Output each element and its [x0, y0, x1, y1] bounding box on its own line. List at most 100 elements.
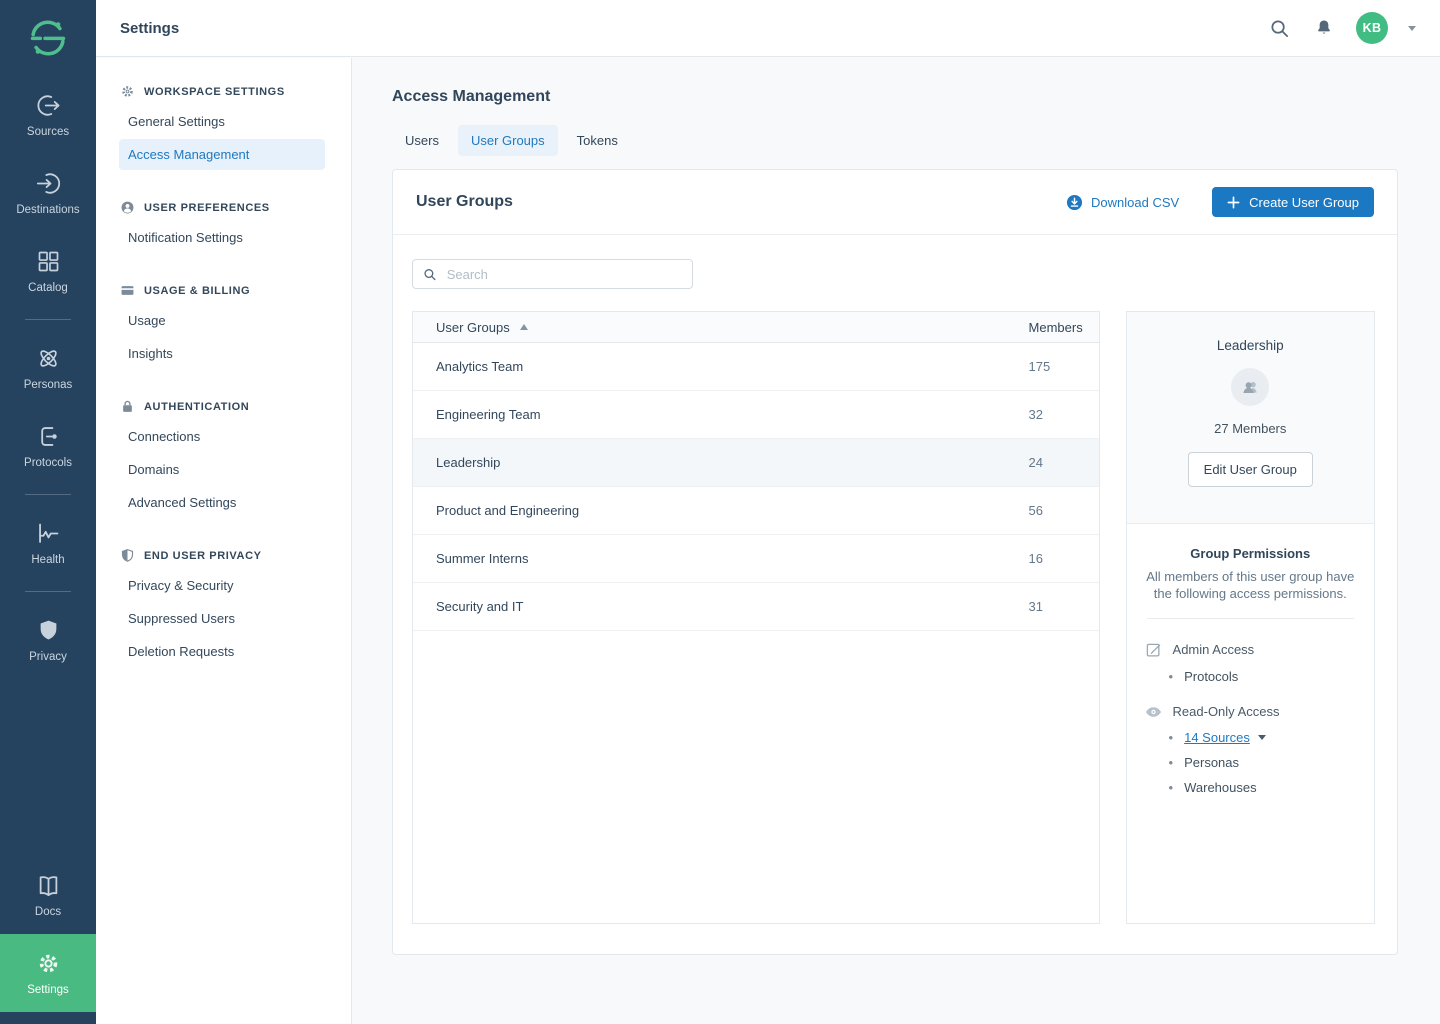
download-icon: [1066, 194, 1083, 211]
sort-ascending-icon: [520, 324, 528, 330]
sidebar-item-sources[interactable]: Sources: [0, 76, 96, 154]
search-input[interactable]: [445, 266, 682, 283]
privacy-shield-icon: [35, 617, 62, 644]
permission-item: •Personas: [1169, 755, 1356, 770]
table-row-selected[interactable]: Leadership 24: [413, 439, 1099, 487]
search-button[interactable]: [1267, 16, 1292, 41]
table-row[interactable]: Security and IT 31: [413, 583, 1099, 631]
create-user-group-button[interactable]: Create User Group: [1212, 187, 1374, 217]
gear-icon: [35, 950, 62, 977]
nav-section-authentication: AUTHENTICATION Connections Domains Advan…: [119, 399, 325, 518]
nav-item-advanced-settings[interactable]: Advanced Settings: [119, 487, 325, 518]
group-name: Security and IT: [436, 599, 1029, 614]
bullet: •: [1169, 755, 1174, 770]
bullet: •: [1169, 780, 1174, 795]
notifications-button[interactable]: [1312, 16, 1336, 40]
nav-item-deletion-requests[interactable]: Deletion Requests: [119, 636, 325, 667]
sidebar-item-protocols[interactable]: Protocols: [0, 407, 96, 485]
nav-item-usage[interactable]: Usage: [119, 305, 325, 336]
sidebar-item-destinations[interactable]: Destinations: [0, 154, 96, 232]
table-row[interactable]: Product and Engineering 56: [413, 487, 1099, 535]
shield-icon: [120, 548, 135, 563]
group-detail-panel: Leadership 27 Members Edit User Group: [1126, 311, 1375, 924]
gear-icon: [120, 84, 135, 99]
group-name: Summer Interns: [436, 551, 1029, 566]
tab-user-groups[interactable]: User Groups: [458, 125, 558, 156]
sidebar-item-privacy[interactable]: Privacy: [0, 601, 96, 679]
group-name: Product and Engineering: [436, 503, 1029, 518]
health-icon: [35, 520, 62, 547]
sidebar-item-label: Personas: [24, 379, 73, 391]
sidebar-item-health[interactable]: Health: [0, 504, 96, 582]
main-content: Access Management Users User Groups Toke…: [352, 57, 1440, 1024]
table-and-detail: User Groups Members Analytics Team 175 E…: [412, 311, 1375, 924]
app-sidebar: Sources Destinations Catalog Personas: [0, 0, 96, 1024]
destinations-icon: [35, 170, 62, 197]
nav-item-privacy-security[interactable]: Privacy & Security: [119, 570, 325, 601]
people-icon: [1240, 377, 1260, 397]
sidebar-item-label: Sources: [27, 126, 69, 138]
edit-user-group-button[interactable]: Edit User Group: [1188, 452, 1313, 487]
bullet: •: [1169, 669, 1174, 684]
member-count: 27 Members: [1137, 421, 1364, 436]
read-only-access-header: Read-Only Access: [1145, 704, 1356, 719]
column-header-members: Members: [1029, 320, 1099, 335]
account-menu-caret-icon[interactable]: [1408, 26, 1416, 31]
page-title: Access Management: [392, 88, 1398, 106]
download-csv-button[interactable]: Download CSV: [1060, 193, 1185, 212]
nav-section-header: WORKSPACE SETTINGS: [120, 84, 325, 99]
group-permissions-section: Group Permissions All members of this us…: [1127, 524, 1374, 837]
nav-section-workspace-settings: WORKSPACE SETTINGS General Settings Acce…: [119, 84, 325, 170]
avatar[interactable]: KB: [1356, 12, 1388, 44]
sidebar-item-label: Privacy: [29, 651, 67, 663]
sidebar-item-settings[interactable]: Settings: [0, 934, 96, 1012]
create-user-group-label: Create User Group: [1249, 195, 1359, 210]
sidebar-item-docs[interactable]: Docs: [0, 856, 96, 934]
admin-access-list: •Protocols: [1145, 669, 1356, 684]
group-name: Analytics Team: [436, 359, 1029, 374]
nav-section-header: USAGE & BILLING: [120, 283, 325, 298]
group-avatar: [1231, 368, 1269, 406]
sidebar-spacer: [0, 679, 96, 856]
sidebar-item-label: Health: [31, 554, 64, 566]
sidebar-item-personas[interactable]: Personas: [0, 329, 96, 407]
permissions-description: All members of this user group have the …: [1145, 569, 1356, 602]
sidebar-item-label: Destinations: [16, 204, 79, 216]
table-row[interactable]: Summer Interns 16: [413, 535, 1099, 583]
group-members-count: 16: [1029, 551, 1099, 566]
tab-users[interactable]: Users: [392, 125, 452, 156]
group-detail-header: Leadership 27 Members Edit User Group: [1127, 312, 1374, 524]
sidebar-divider: [25, 591, 71, 592]
user-icon: [120, 200, 135, 215]
nav-item-suppressed-users[interactable]: Suppressed Users: [119, 603, 325, 634]
nav-section-header: END USER PRIVACY: [120, 548, 325, 563]
sidebar-item-label: Catalog: [28, 282, 68, 294]
admin-access-header: Admin Access: [1145, 641, 1356, 658]
selected-group-title: Leadership: [1137, 338, 1364, 353]
nav-item-notification-settings[interactable]: Notification Settings: [119, 222, 325, 253]
table-row[interactable]: Engineering Team 32: [413, 391, 1099, 439]
nav-item-domains[interactable]: Domains: [119, 454, 325, 485]
permissions-title: Group Permissions: [1145, 546, 1356, 561]
card-body: User Groups Members Analytics Team 175 E…: [393, 235, 1397, 954]
chevron-down-icon[interactable]: [1258, 735, 1266, 740]
credit-card-icon: [120, 283, 135, 298]
tab-tokens[interactable]: Tokens: [564, 125, 631, 156]
column-header-user-groups[interactable]: User Groups: [436, 320, 1029, 335]
nav-item-general-settings[interactable]: General Settings: [119, 106, 325, 137]
table-row[interactable]: Analytics Team 175: [413, 343, 1099, 391]
sources-icon: [35, 92, 62, 119]
protocols-icon: [35, 423, 62, 450]
segment-logo-icon: [29, 19, 67, 57]
nav-item-insights[interactable]: Insights: [119, 338, 325, 369]
download-csv-label: Download CSV: [1091, 195, 1179, 210]
settings-nav: WORKSPACE SETTINGS General Settings Acce…: [96, 58, 352, 1024]
permission-item: •Warehouses: [1169, 780, 1356, 795]
sidebar-item-catalog[interactable]: Catalog: [0, 232, 96, 310]
nav-item-connections[interactable]: Connections: [119, 421, 325, 452]
group-name: Leadership: [436, 455, 1029, 470]
sources-link[interactable]: 14 Sources: [1184, 730, 1250, 745]
user-groups-card: User Groups Download CSV Create User Gro…: [392, 169, 1398, 955]
segment-logo[interactable]: [0, 0, 96, 76]
nav-item-access-management[interactable]: Access Management: [119, 139, 325, 170]
